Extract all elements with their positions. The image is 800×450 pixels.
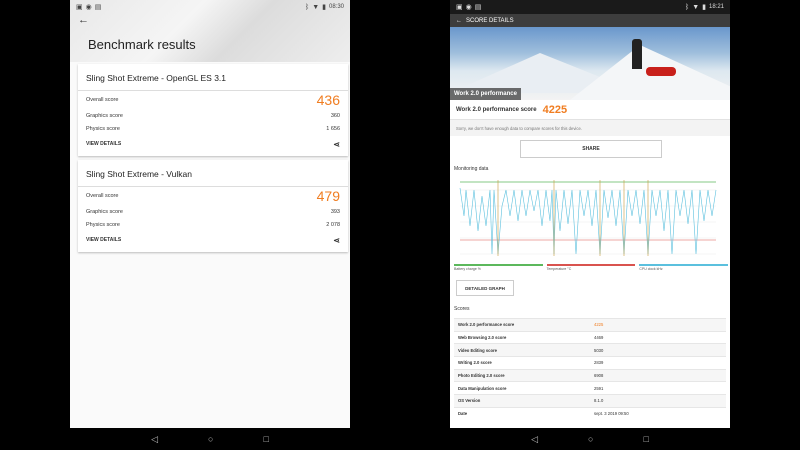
performance-score-value: 4225 (542, 103, 568, 116)
recents-nav-icon[interactable]: □ (643, 434, 648, 444)
table-row: Web Browsing 2.0 score 4469 (454, 330, 726, 344)
bluetooth-icon: ᛒ (304, 3, 310, 11)
home-nav-icon[interactable]: ○ (208, 434, 213, 444)
home-nav-icon[interactable]: ○ (588, 434, 593, 444)
status-bar: ▣ ◉ ▤ ᛒ ▼ ▮ 18:21 (450, 0, 730, 14)
back-arrow-icon[interactable]: ← (78, 14, 89, 26)
battery-icon: ▮ (322, 3, 326, 11)
score-details-screen: ▣ ◉ ▤ ᛒ ▼ ▮ 18:21 ← SCORE DETAILS Work 2… (450, 0, 730, 428)
status-time: 18:21 (708, 4, 724, 10)
recents-nav-icon[interactable]: □ (263, 434, 268, 444)
physics-score-row: Physics score 2 078 (86, 221, 340, 228)
app-icon: ▤ (94, 3, 102, 11)
nav-bar: ◁ ○ □ (450, 428, 730, 450)
table-row: Writing 2.0 score 2839 (454, 356, 726, 369)
scores-table: Work 2.0 performance score 4225 Web Brows… (454, 318, 726, 420)
overall-score-value: 436 (316, 92, 340, 108)
legend-cpu: CPU clock kHz (639, 264, 729, 271)
monitoring-chart (454, 176, 728, 270)
notification-icon: ▣ (456, 3, 463, 11)
view-details-link[interactable]: VIEW DETAILS (86, 141, 121, 147)
share-button[interactable]: SHARE (520, 140, 662, 158)
left-phone: ▣ ◉ ▤ ᛒ ▼ ▮ 08:30 ← Benchmark results Sl… (70, 0, 350, 450)
chart-legend: Battery charge % Temperature °C CPU cloc… (454, 264, 729, 271)
share-icon[interactable]: ⋖ (333, 140, 340, 149)
graphics-score-row: Graphics score 393 (86, 208, 340, 215)
status-time: 08:30 (328, 4, 344, 10)
graphics-score-row: Graphics score 360 (86, 112, 340, 119)
overall-score-value: 479 (316, 188, 340, 204)
status-bar: ▣ ◉ ▤ ᛒ ▼ ▮ 08:30 (70, 0, 350, 14)
back-arrow-icon[interactable]: ← (456, 18, 462, 24)
result-card-vulkan[interactable]: Sling Shot Extreme - Vulkan Overall scor… (78, 160, 348, 252)
table-row: OS Version 8.1.0 (454, 394, 726, 407)
header-banner: ▣ ◉ ▤ ᛒ ▼ ▮ 08:30 ← Benchmark results (70, 0, 350, 62)
legend-temperature: Temperature °C (546, 264, 636, 271)
android-icon: ◉ (85, 3, 92, 11)
notification-icon: ▣ (76, 3, 83, 11)
monitoring-title: Monitoring data (454, 166, 489, 172)
back-nav-icon[interactable]: ◁ (151, 434, 158, 445)
table-row: Video Editing score 5030 (454, 343, 726, 357)
view-details-link[interactable]: VIEW DETAILS (86, 237, 121, 243)
comparison-notice: Sorry, we don't have enough data to comp… (450, 120, 730, 136)
result-card-opengl[interactable]: Sling Shot Extreme - OpenGL ES 3.1 Overa… (78, 64, 348, 156)
page-title: Benchmark results (88, 37, 196, 52)
score-bar: Work 2.0 performance score 4225 (450, 100, 730, 120)
card-title: Sling Shot Extreme - Vulkan (86, 169, 192, 179)
skier-figure (632, 39, 642, 69)
card-title: Sling Shot Extreme - OpenGL ES 3.1 (86, 73, 227, 83)
share-icon[interactable]: ⋖ (333, 236, 340, 245)
detailed-graph-button[interactable]: DETAILED GRAPH (456, 280, 514, 296)
app-icon: ▤ (474, 3, 482, 11)
table-row: Date sept. 3 2019 09:50 (454, 406, 726, 420)
hero-label: Work 2.0 performance (450, 88, 521, 100)
wifi-icon: ▼ (692, 3, 700, 11)
benchmark-results-screen: ▣ ◉ ▤ ᛒ ▼ ▮ 08:30 ← Benchmark results Sl… (70, 0, 350, 428)
scores-heading: Scores (454, 306, 470, 312)
right-phone: ▣ ◉ ▤ ᛒ ▼ ▮ 18:21 ← SCORE DETAILS Work 2… (450, 0, 730, 450)
app-bar-title: SCORE DETAILS (466, 17, 514, 24)
physics-score-row: Physics score 1 656 (86, 125, 340, 132)
table-row: Photo Editing 2.0 score 6908 (454, 368, 726, 382)
overall-score-row: Overall score 479 (86, 188, 340, 204)
hero-image: Work 2.0 performance (450, 27, 730, 100)
back-nav-icon[interactable]: ◁ (531, 434, 538, 445)
app-bar: ← SCORE DETAILS (450, 14, 730, 27)
android-icon: ◉ (465, 3, 472, 11)
table-row: Data Manipulation score 2591 (454, 381, 726, 394)
bluetooth-icon: ᛒ (684, 3, 690, 11)
table-row: Work 2.0 performance score 4225 (454, 318, 726, 331)
nav-bar: ◁ ○ □ (70, 428, 350, 450)
wifi-icon: ▼ (312, 3, 320, 11)
battery-icon: ▮ (702, 3, 706, 11)
sled-figure (646, 67, 676, 76)
legend-battery: Battery charge % (454, 264, 543, 271)
overall-score-row: Overall score 436 (86, 92, 340, 108)
